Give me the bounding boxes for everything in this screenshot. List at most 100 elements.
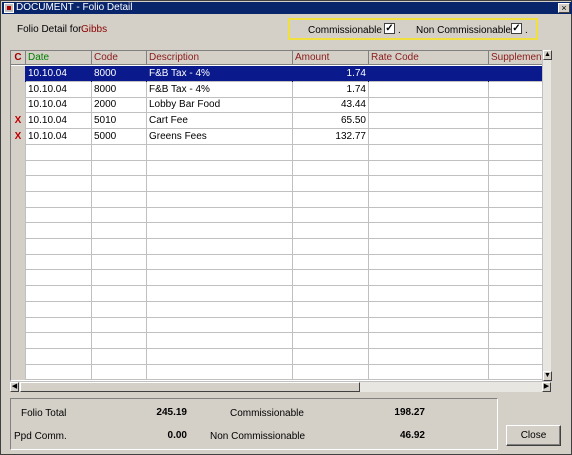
horizontal-scroll-thumb[interactable] (20, 382, 360, 392)
cell-mark (11, 66, 26, 82)
cell-amount: 1.74 (293, 81, 369, 98)
cell-description: F&B Tax - 4% (147, 81, 293, 98)
commissionable-checkbox-label: Commissionable (308, 25, 382, 36)
col-header-rate-code[interactable]: Rate Code (369, 51, 489, 65)
cell-mark (11, 97, 26, 114)
empty-row[interactable] (11, 332, 550, 349)
non-commissionable-total-label: Non Commissionable (210, 431, 306, 442)
horizontal-scrollbar[interactable]: ◀ ▶ (10, 381, 551, 392)
cell-description: Cart Fee (147, 113, 293, 130)
cell-date: 10.10.04 (26, 81, 92, 98)
cell-rate-code (369, 144, 489, 161)
cell-mark (11, 160, 26, 177)
empty-row[interactable] (11, 160, 550, 177)
cell-code (92, 207, 147, 224)
col-header-c[interactable]: C (11, 51, 26, 65)
app-icon (4, 3, 14, 13)
totals-panel: Folio Total 245.19 Ppd Comm. 0.00 Commis… (10, 398, 498, 450)
cell-rate-code (369, 348, 489, 365)
col-header-description[interactable]: Description (147, 51, 293, 65)
cell-mark: X (11, 128, 26, 145)
empty-row[interactable] (11, 301, 550, 318)
cell-date: 10.10.04 (26, 66, 92, 82)
empty-row[interactable] (11, 191, 550, 208)
non-commissionable-checkbox-label: Non Commissionable (416, 25, 512, 36)
cell-amount (293, 160, 369, 177)
ppd-comm-value: 0.00 (167, 430, 187, 441)
cell-date (26, 364, 92, 380)
cell-code (92, 144, 147, 161)
folio-detail-window: DOCUMENT - Folio Detail × Folio Detail f… (0, 0, 572, 455)
empty-row[interactable] (11, 285, 550, 302)
cell-date (26, 254, 92, 271)
empty-row[interactable] (11, 364, 550, 380)
scroll-down-icon[interactable]: ▼ (543, 371, 552, 381)
cell-description (147, 301, 293, 318)
cell-description (147, 223, 293, 239)
cell-date (26, 207, 92, 224)
cell-amount (293, 270, 369, 287)
empty-row[interactable] (11, 270, 550, 287)
table-row[interactable]: 10.10.04 8000 F&B Tax - 4% 1.74 (11, 66, 550, 82)
commissionable-dot: . (398, 25, 401, 36)
empty-row[interactable] (11, 223, 550, 239)
cell-amount (293, 348, 369, 365)
cell-rate-code (369, 175, 489, 192)
commissionable-total-value: 198.27 (394, 407, 425, 418)
cell-code (92, 348, 147, 365)
empty-row[interactable] (11, 207, 550, 224)
empty-row[interactable] (11, 238, 550, 255)
folio-detail-label: Folio Detail for (17, 24, 82, 35)
non-commissionable-checkbox[interactable]: ✓ (511, 23, 522, 34)
cell-description (147, 175, 293, 192)
cell-rate-code (369, 317, 489, 334)
col-header-date[interactable]: Date (26, 51, 92, 65)
window-title: DOCUMENT - Folio Detail (16, 2, 133, 13)
table-row[interactable]: 10.10.04 8000 F&B Tax - 4% 1.74 (11, 81, 550, 98)
cell-description (147, 191, 293, 208)
cell-mark (11, 332, 26, 349)
vertical-scrollbar[interactable]: ▲ ▼ (542, 50, 552, 381)
cell-amount (293, 285, 369, 302)
table-row[interactable]: 10.10.04 2000 Lobby Bar Food 43.44 (11, 97, 550, 114)
cell-amount (293, 191, 369, 208)
cell-rate-code (369, 66, 489, 82)
empty-row[interactable] (11, 175, 550, 192)
scroll-left-icon[interactable]: ◀ (10, 382, 19, 392)
folio-total-value: 245.19 (156, 407, 187, 418)
cell-rate-code (369, 207, 489, 224)
cell-date (26, 285, 92, 302)
scroll-up-icon[interactable]: ▲ (543, 50, 552, 60)
cell-description (147, 144, 293, 161)
cell-mark (11, 223, 26, 239)
table-row[interactable]: X 10.10.04 5000 Greens Fees 132.77 (11, 128, 550, 145)
commissionable-checkbox[interactable]: ✓ (384, 23, 395, 34)
cell-amount (293, 317, 369, 334)
scroll-right-icon[interactable]: ▶ (542, 382, 551, 392)
col-header-code[interactable]: Code (92, 51, 147, 65)
empty-row[interactable] (11, 144, 550, 161)
table-row[interactable]: X 10.10.04 5010 Cart Fee 65.50 (11, 113, 550, 130)
window-close-icon[interactable]: × (558, 3, 570, 13)
cell-date: 10.10.04 (26, 128, 92, 145)
cell-description (147, 332, 293, 349)
empty-row[interactable] (11, 317, 550, 334)
empty-row[interactable] (11, 348, 550, 365)
cell-description: F&B Tax - 4% (147, 66, 293, 82)
cell-code (92, 191, 147, 208)
col-header-amount[interactable]: Amount (293, 51, 369, 65)
cell-amount (293, 223, 369, 239)
cell-description (147, 285, 293, 302)
cell-mark (11, 175, 26, 192)
close-button[interactable]: Close (506, 425, 561, 446)
cell-code: 5010 (92, 113, 147, 130)
cell-amount: 132.77 (293, 128, 369, 145)
cell-rate-code (369, 285, 489, 302)
empty-row[interactable] (11, 254, 550, 271)
cell-description (147, 207, 293, 224)
cell-amount (293, 175, 369, 192)
cell-rate-code (369, 301, 489, 318)
ppd-comm-label: Ppd Comm. (14, 431, 67, 442)
cell-amount: 43.44 (293, 97, 369, 114)
cell-mark (11, 81, 26, 98)
